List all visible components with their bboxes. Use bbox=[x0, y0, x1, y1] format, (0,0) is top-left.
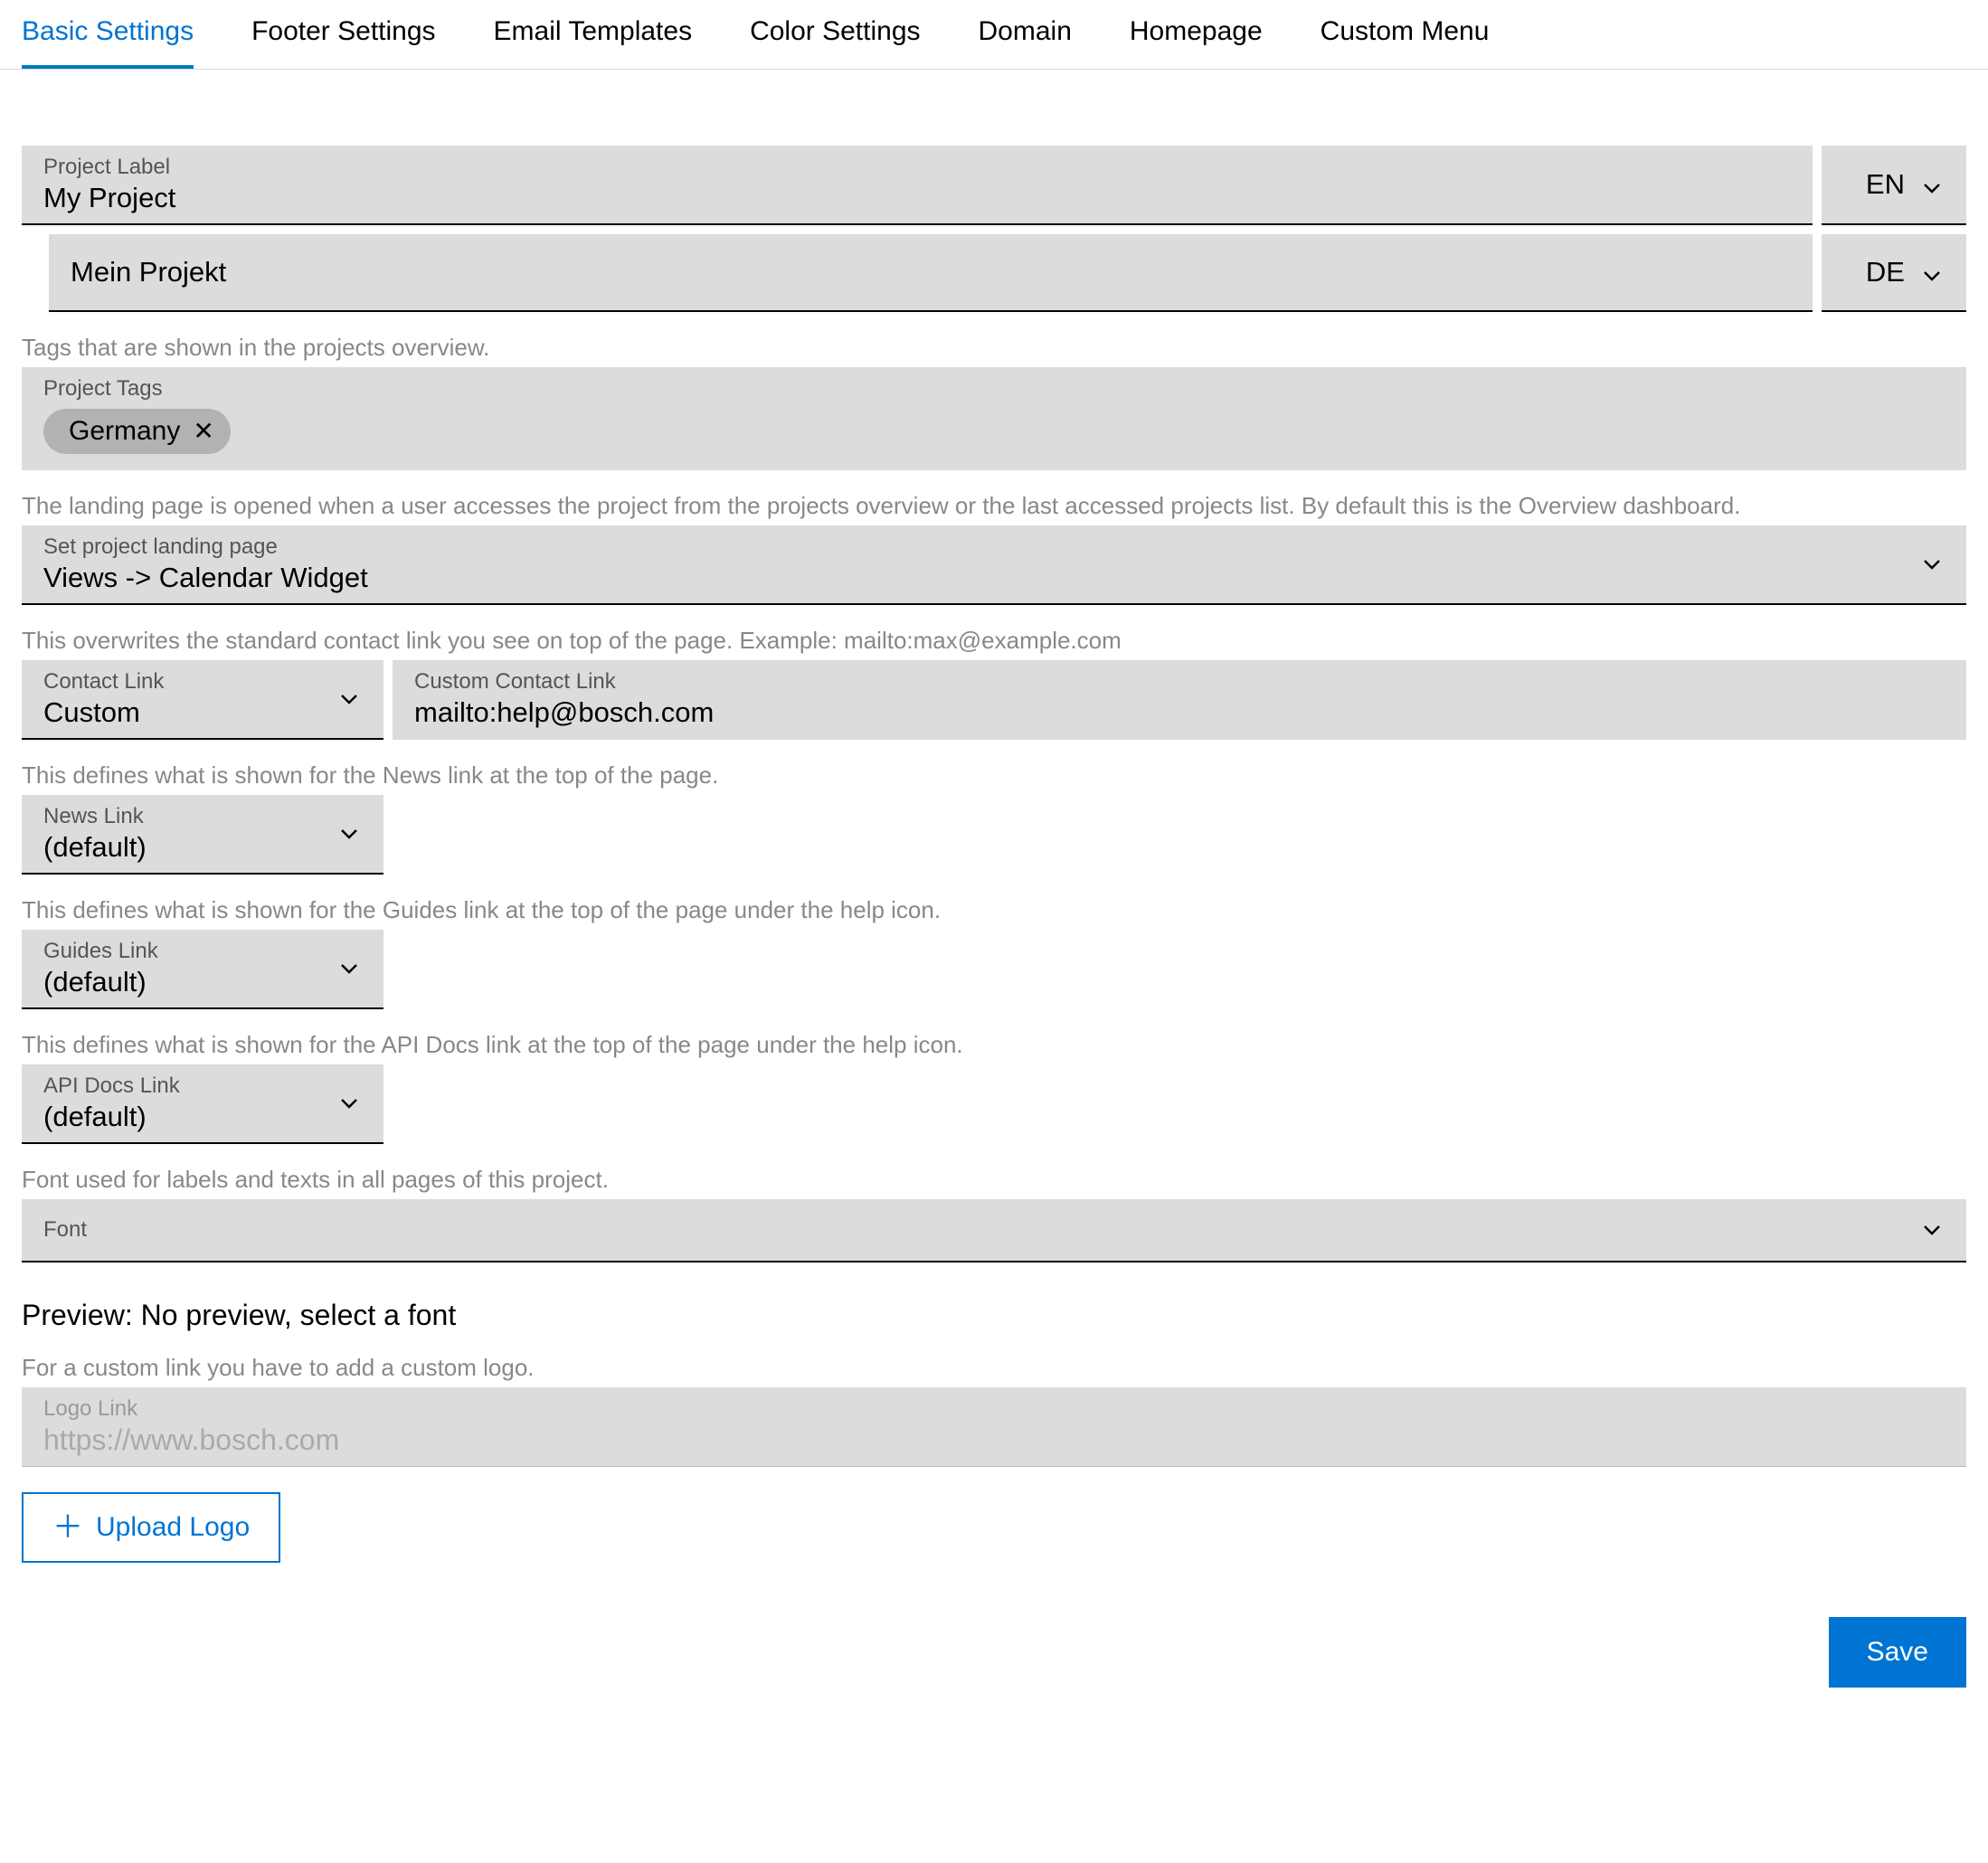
chevron-down-icon bbox=[1921, 553, 1943, 575]
contact-link-value: Custom bbox=[43, 696, 362, 729]
api-docs-link-select[interactable]: API Docs Link (default) bbox=[22, 1064, 383, 1144]
api-help: This defines what is shown for the API D… bbox=[22, 1031, 1966, 1059]
tab-footer-settings[interactable]: Footer Settings bbox=[251, 16, 435, 69]
news-link-label: News Link bbox=[43, 804, 362, 829]
project-tags-label: Project Tags bbox=[43, 376, 1945, 402]
api-docs-link-value: (default) bbox=[43, 1101, 362, 1133]
custom-contact-link-label: Custom Contact Link bbox=[414, 669, 1945, 695]
font-help: Font used for labels and texts in all pa… bbox=[22, 1166, 1966, 1194]
lang-en-text: EN bbox=[1866, 168, 1905, 201]
tab-basic-settings[interactable]: Basic Settings bbox=[22, 16, 194, 69]
guides-link-value: (default) bbox=[43, 966, 362, 998]
landing-page-value: Views -> Calendar Widget bbox=[43, 562, 1945, 594]
contact-help: This overwrites the standard contact lin… bbox=[22, 627, 1966, 655]
plus-icon: ＋ bbox=[52, 1512, 83, 1543]
tab-homepage[interactable]: Homepage bbox=[1130, 16, 1263, 69]
font-select[interactable]: Font bbox=[22, 1199, 1966, 1262]
contact-link-label: Contact Link bbox=[43, 669, 362, 695]
logo-help: For a custom link you have to add a cust… bbox=[22, 1354, 1966, 1382]
news-link-value: (default) bbox=[43, 831, 362, 864]
custom-contact-link-field[interactable]: Custom Contact Link mailto:help@bosch.co… bbox=[393, 660, 1966, 740]
chevron-down-icon bbox=[338, 958, 360, 979]
news-link-select[interactable]: News Link (default) bbox=[22, 795, 383, 875]
lang-de-text: DE bbox=[1866, 256, 1905, 288]
chevron-down-icon bbox=[1921, 174, 1943, 195]
project-tags-field[interactable]: Project Tags Germany ✕ bbox=[22, 367, 1966, 470]
project-label-field[interactable]: Project Label My Project bbox=[22, 146, 1813, 225]
landing-page-select[interactable]: Set project landing page Views -> Calend… bbox=[22, 525, 1966, 605]
logo-link-placeholder: https://www.bosch.com bbox=[43, 1423, 1945, 1457]
font-preview: Preview: No preview, select a font bbox=[22, 1299, 1966, 1332]
logo-link-label: Logo Link bbox=[43, 1396, 1945, 1422]
tab-email-templates[interactable]: Email Templates bbox=[494, 16, 693, 69]
chevron-down-icon bbox=[338, 1092, 360, 1114]
tags-help: Tags that are shown in the projects over… bbox=[22, 334, 1966, 362]
guides-help: This defines what is shown for the Guide… bbox=[22, 896, 1966, 924]
tag-chip-label: Germany bbox=[69, 416, 180, 447]
logo-link-field[interactable]: Logo Link https://www.bosch.com bbox=[22, 1387, 1966, 1467]
custom-contact-link-value: mailto:help@bosch.com bbox=[414, 696, 1945, 729]
landing-help: The landing page is opened when a user a… bbox=[22, 492, 1966, 520]
tab-color-settings[interactable]: Color Settings bbox=[750, 16, 920, 69]
close-icon[interactable]: ✕ bbox=[193, 419, 213, 444]
chevron-down-icon bbox=[338, 688, 360, 710]
chevron-down-icon bbox=[1921, 261, 1943, 283]
contact-link-select[interactable]: Contact Link Custom bbox=[22, 660, 383, 740]
save-button[interactable]: Save bbox=[1829, 1617, 1966, 1688]
project-label-lang-select[interactable]: EN bbox=[1822, 146, 1966, 225]
project-label-caption: Project Label bbox=[43, 155, 1791, 180]
project-label-value: My Project bbox=[43, 182, 1791, 214]
guides-link-label: Guides Link bbox=[43, 939, 362, 964]
tab-custom-menu[interactable]: Custom Menu bbox=[1321, 16, 1490, 69]
upload-logo-label: Upload Logo bbox=[96, 1512, 250, 1543]
landing-page-label: Set project landing page bbox=[43, 534, 1945, 560]
chevron-down-icon bbox=[338, 823, 360, 845]
tag-chip-germany: Germany ✕ bbox=[43, 409, 231, 454]
font-label: Font bbox=[43, 1217, 1945, 1243]
project-label-de-lang-select[interactable]: DE bbox=[1822, 234, 1966, 312]
upload-logo-button[interactable]: ＋ Upload Logo bbox=[22, 1492, 280, 1563]
tab-domain[interactable]: Domain bbox=[979, 16, 1072, 69]
tabs-bar: Basic Settings Footer Settings Email Tem… bbox=[0, 0, 1988, 70]
project-label-de-value: Mein Projekt bbox=[71, 243, 1791, 301]
api-docs-link-label: API Docs Link bbox=[43, 1073, 362, 1099]
guides-link-select[interactable]: Guides Link (default) bbox=[22, 930, 383, 1009]
news-help: This defines what is shown for the News … bbox=[22, 761, 1966, 790]
project-label-de-field[interactable]: Mein Projekt bbox=[49, 234, 1813, 312]
chevron-down-icon bbox=[1921, 1219, 1943, 1241]
